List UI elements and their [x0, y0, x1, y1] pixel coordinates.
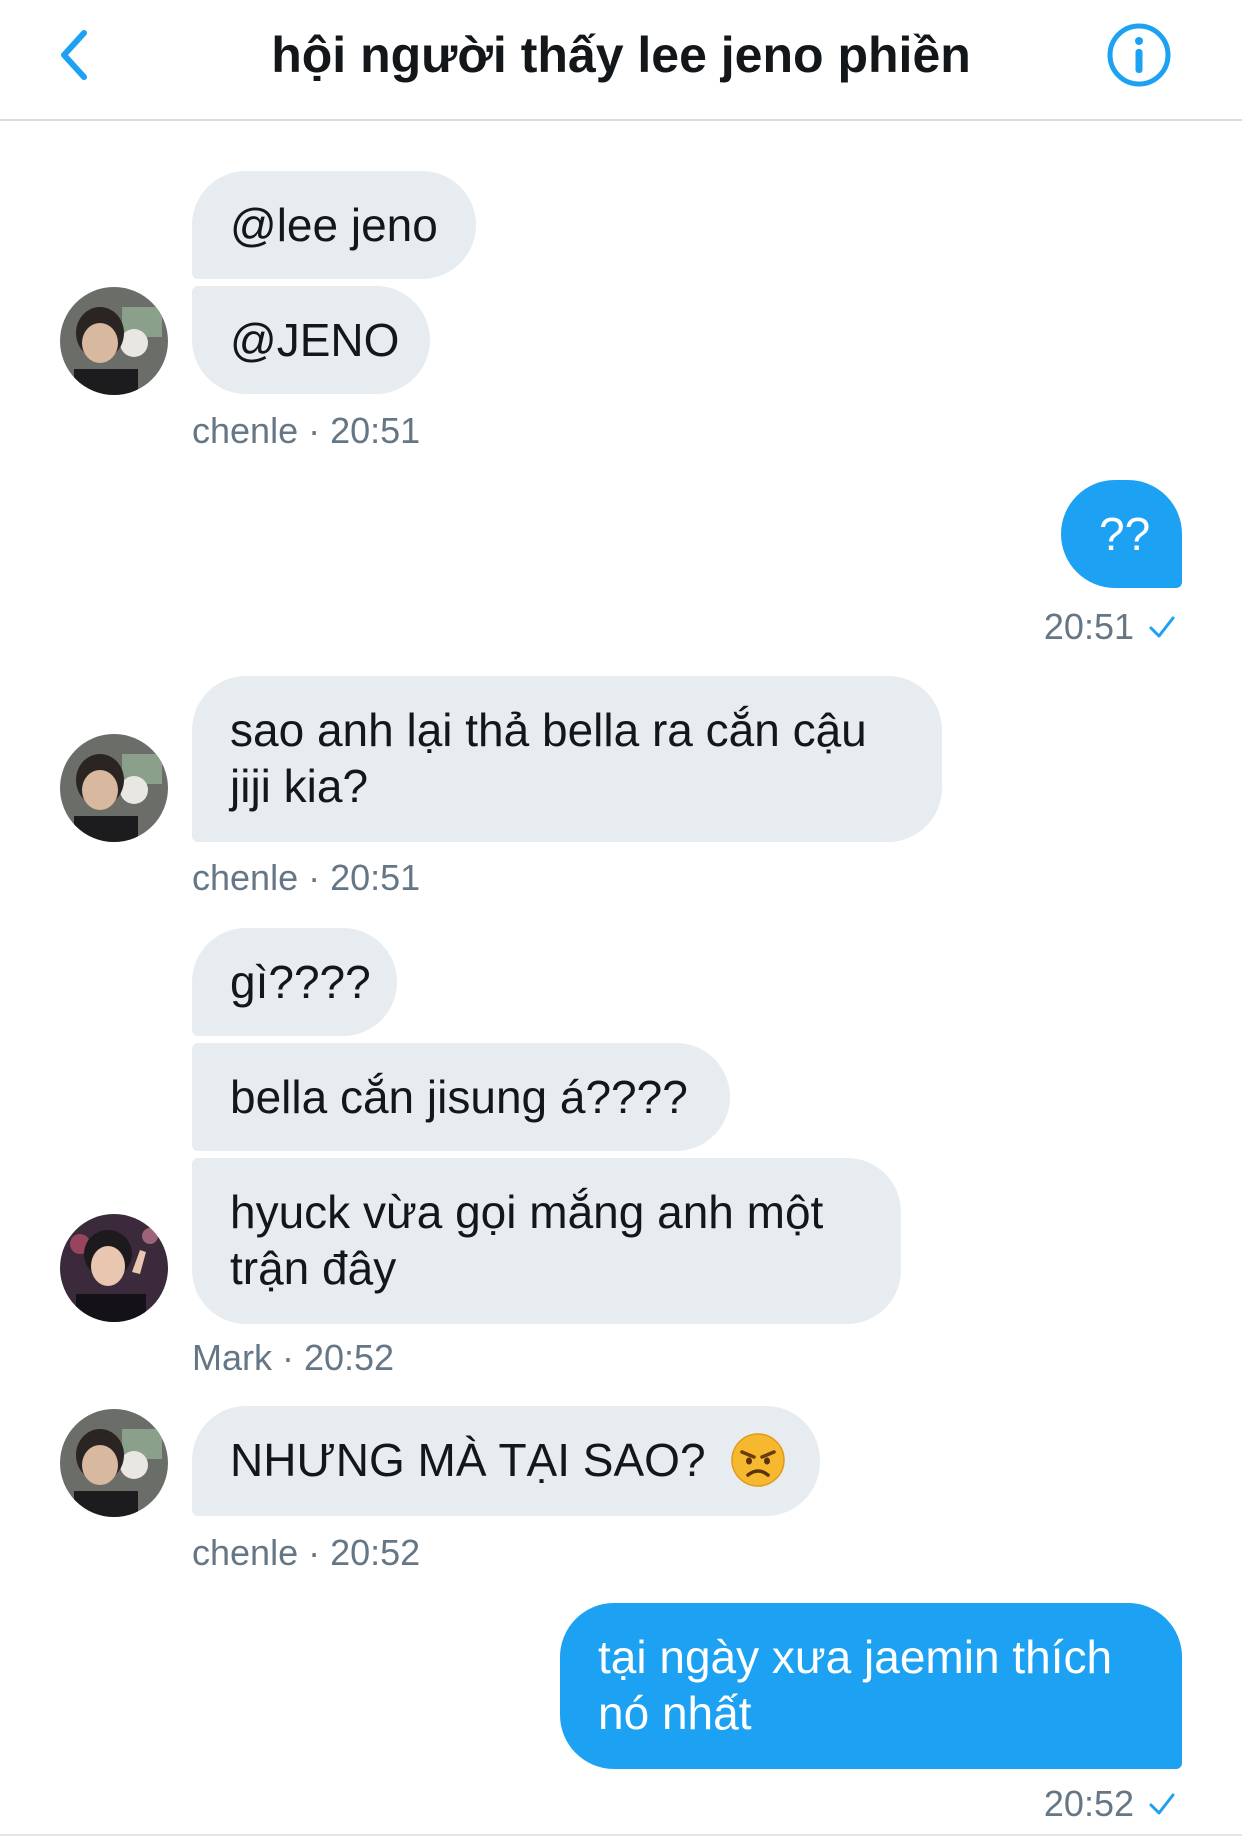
angry-face-icon [731, 1433, 786, 1487]
conversation-header: hội người thấy lee jeno phiền [0, 0, 1242, 121]
message-bubble[interactable]: @JENO [192, 286, 430, 394]
message-text: @JENO [230, 314, 400, 366]
message-meta: chenle · 20:51 [192, 410, 421, 451]
message-meta: Mark · 20:52 [192, 1337, 395, 1378]
back-button[interactable] [44, 22, 104, 88]
message-time: 20:51 [1043, 606, 1134, 647]
message-text: NHƯNG MÀ TẠI SAO? [230, 1434, 706, 1486]
chevron-left-icon [61, 30, 87, 80]
message-meta: chenle · 20:51 [192, 857, 421, 898]
message-bubble[interactable]: sao anh lại thả bella ra cắn cậu jiji ki… [192, 676, 942, 842]
message-bubble[interactable]: gì???? [192, 928, 397, 1036]
checkmark-icon [1149, 1793, 1175, 1815]
message-text-line: jiji kia? [230, 760, 369, 812]
message-bubble[interactable]: hyuck vừa gọi mắng anh một trận đây [192, 1158, 901, 1324]
message-meta: chenle · 20:52 [192, 1532, 421, 1573]
message-text: @lee jeno [230, 199, 438, 251]
info-icon [1107, 23, 1171, 87]
message-bubble[interactable]: bella cắn jisung á???? [192, 1043, 730, 1151]
divider [0, 1834, 1242, 1836]
message-bubble[interactable]: ?? [1061, 480, 1182, 588]
avatar-chenle[interactable] [60, 287, 168, 395]
avatar-mark[interactable] [60, 1214, 168, 1322]
conversation-title: hội người thấy lee jeno phiền [271, 27, 971, 83]
info-button[interactable] [1106, 22, 1172, 88]
checkmark-icon [1149, 616, 1175, 638]
avatar-chenle[interactable] [60, 734, 168, 842]
message-bubble[interactable]: @lee jeno [192, 171, 476, 279]
message-text: ?? [1099, 508, 1151, 560]
message-text: bella cắn jisung á???? [230, 1071, 688, 1123]
message-text-line: nó nhất [598, 1687, 752, 1739]
message-text-line: sao anh lại thả bella ra cắn cậu [230, 704, 867, 756]
message-meta: 20:52 [1044, 1782, 1176, 1826]
message-text-line: tại ngày xưa jaemin thích [598, 1631, 1113, 1683]
message-bubble[interactable]: NHƯNG MÀ TẠI SAO? [192, 1406, 820, 1516]
message-bubble[interactable]: tại ngày xưa jaemin thích nó nhất [560, 1603, 1182, 1769]
message-time: 20:52 [1043, 1783, 1134, 1824]
message-text-line: trận đây [230, 1242, 397, 1294]
message-text-line: hyuck vừa gọi mắng anh một [230, 1186, 824, 1238]
message-text: gì???? [230, 956, 371, 1008]
avatar-chenle[interactable] [60, 1409, 168, 1517]
message-meta: 20:51 [1044, 605, 1176, 649]
